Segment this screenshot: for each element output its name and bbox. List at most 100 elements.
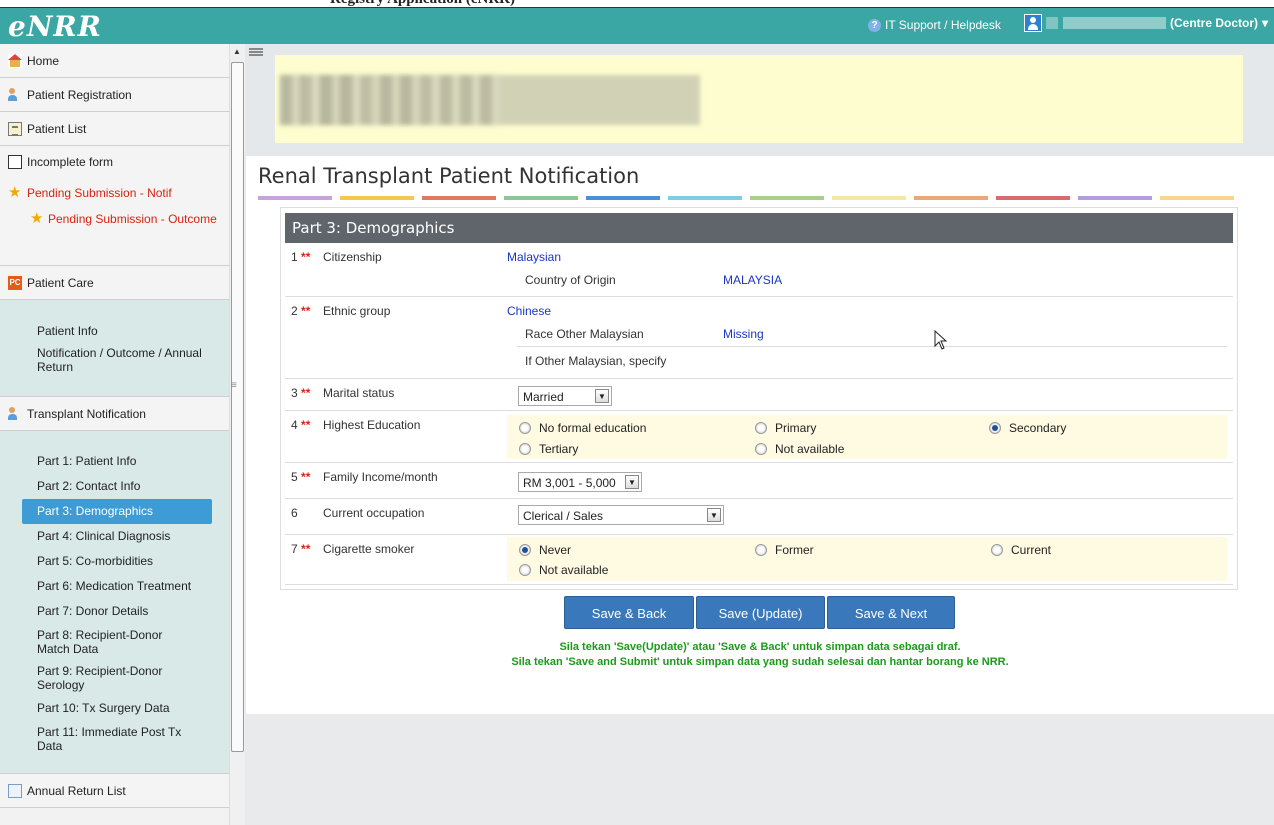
sidebar-item-label: Patient Care	[27, 275, 94, 290]
helpdesk-label: IT Support / Helpdesk	[885, 18, 1001, 32]
label-citizenship: Citizenship	[323, 250, 382, 264]
radio-current[interactable]: Current	[991, 543, 1051, 557]
radio-former[interactable]: Former	[755, 543, 814, 557]
label-current-occupation: Current occupation	[323, 506, 425, 520]
question-number: 3 **	[291, 386, 311, 400]
radio-no-formal-education[interactable]: No formal education	[519, 421, 646, 435]
user-name-redacted	[1046, 17, 1166, 29]
sidebar-item-label: Patient Registration	[27, 87, 132, 102]
home-icon	[8, 53, 22, 68]
question-number: 6	[291, 506, 298, 520]
app-logo[interactable]: eNRR	[8, 10, 102, 43]
link-part-7[interactable]: Part 7: Donor Details	[0, 599, 229, 624]
radio-selected-icon	[989, 422, 1001, 434]
navbar: eNRR ? IT Support / Helpdesk (Centre Doc…	[0, 8, 1274, 44]
label-race-other-malaysian: Race Other Malaysian	[525, 327, 644, 341]
sidebar-item-pending-outcome[interactable]: ★ Pending Submission - Outcome	[0, 211, 229, 266]
link-part-2[interactable]: Part 2: Contact Info	[0, 474, 229, 499]
radio-icon	[755, 422, 767, 434]
marital-status-select[interactable]: Married ▼	[518, 386, 612, 406]
sidebar-item-patient-list[interactable]: Patient List	[0, 112, 229, 146]
link-part-5[interactable]: Part 5: Co-morbidities	[0, 549, 229, 574]
sidebar-item-transplant-notification[interactable]: Transplant Notification	[0, 397, 229, 431]
smoker-options: Never Former Current Not available	[507, 537, 1227, 581]
row-highest-education: 4 ** Highest Education No formal educati…	[285, 411, 1233, 463]
patient-care-submenu: Patient Info Notification / Outcome / An…	[0, 300, 229, 397]
link-part-3[interactable]: Part 3: Demographics	[22, 499, 212, 524]
sidebar-item-label: Pending Submission - Notif	[27, 186, 172, 200]
sidebar-item-label: Pending Submission - Outcome	[48, 212, 217, 226]
link-notification-outcome-annual[interactable]: Notification / Outcome / Annual Return	[0, 342, 229, 378]
star-icon: ★	[8, 184, 22, 201]
radio-icon	[519, 422, 531, 434]
menu-toggle-icon[interactable]	[249, 48, 263, 56]
label-if-other-specify: If Other Malaysian, specify	[525, 354, 667, 368]
radio-icon	[755, 443, 767, 455]
user-role: (Centre Doctor)	[1170, 16, 1259, 30]
sidebar-item-label: Patient List	[27, 121, 87, 136]
value-country-of-origin: MALAYSIA	[723, 273, 783, 287]
occupation-value: Clerical / Sales	[523, 509, 604, 523]
sidebar-scrollbar[interactable]: ▲	[229, 44, 245, 825]
link-part-9[interactable]: Part 9: Recipient-Donor Serology	[0, 660, 229, 696]
question-number: 2 **	[291, 304, 311, 318]
link-part-10[interactable]: Part 10: Tx Surgery Data	[0, 696, 229, 721]
question-number: 1 **	[291, 250, 311, 264]
value-ethnic-group: Chinese	[507, 304, 552, 318]
scrollbar-thumb[interactable]	[231, 62, 244, 752]
label-family-income: Family Income/month	[323, 470, 438, 484]
save-instruction-line-1: Sila tekan 'Save(Update)' atau 'Save & B…	[559, 641, 961, 653]
users-icon	[8, 87, 22, 102]
user-menu[interactable]: (Centre Doctor) ▾	[1024, 14, 1268, 32]
scroll-up-arrow-icon[interactable]: ▲	[233, 47, 241, 56]
radio-primary[interactable]: Primary	[755, 421, 816, 435]
radio-never[interactable]: Never	[519, 543, 571, 557]
link-part-11[interactable]: Part 11: Immediate Post Tx Data	[0, 721, 229, 757]
dropdown-arrow-icon: ▼	[595, 389, 609, 403]
helpdesk-link[interactable]: ? IT Support / Helpdesk	[868, 18, 1001, 32]
caret-down-icon: ▾	[1262, 16, 1269, 30]
row-marital-status: 3 ** Marital status Married ▼	[285, 379, 1233, 411]
sidebar-item-home[interactable]: Home	[0, 44, 229, 78]
label-marital-status: Marital status	[323, 386, 395, 400]
sidebar: Home Patient Registration Patient List I…	[0, 44, 229, 825]
save-instruction-line-2: Sila tekan 'Save and Submit' untuk simpa…	[511, 656, 1009, 668]
value-citizenship: Malaysian	[507, 250, 562, 264]
sidebar-item-label: Incomplete form	[27, 155, 114, 169]
save-back-button[interactable]: Save & Back	[564, 596, 694, 629]
label-country-of-origin: Country of Origin	[525, 273, 616, 287]
radio-secondary[interactable]: Secondary	[989, 421, 1066, 435]
sidebar-item-patient-care[interactable]: PC Patient Care	[0, 266, 229, 300]
page-footer-area	[246, 714, 1274, 825]
dropdown-arrow-icon: ▼	[707, 508, 721, 522]
label-ethnic-group: Ethnic group	[323, 304, 391, 318]
patient-name-redacted	[280, 75, 700, 125]
sidebar-item-patient-registration[interactable]: Patient Registration	[0, 78, 229, 112]
link-part-1[interactable]: Part 1: Patient Info	[0, 449, 229, 474]
save-update-button[interactable]: Save (Update)	[696, 596, 825, 629]
dropdown-arrow-icon: ▼	[625, 475, 639, 489]
sidebar-item-incomplete-form[interactable]: Incomplete form	[0, 146, 229, 178]
occupation-select[interactable]: Clerical / Sales ▼	[518, 505, 724, 525]
top-cropped-title: Registry Application (eNRR)	[0, 0, 1274, 8]
splitter-handle-icon[interactable]: ≡	[231, 380, 237, 391]
radio-icon	[991, 544, 1003, 556]
list-icon	[8, 121, 22, 136]
link-part-4[interactable]: Part 4: Clinical Diagnosis	[0, 524, 229, 549]
link-part-8[interactable]: Part 8: Recipient-Donor Match Data	[0, 624, 229, 660]
save-next-button[interactable]: Save & Next	[827, 596, 955, 629]
radio-smoker-not-available[interactable]: Not available	[519, 563, 608, 577]
row-family-income: 5 ** Family Income/month RM 3,001 - 5,00…	[285, 463, 1233, 499]
row-current-occupation: 6 Current occupation Clerical / Sales ▼	[285, 499, 1233, 535]
radio-not-available[interactable]: Not available	[755, 442, 844, 456]
help-icon: ?	[868, 18, 881, 32]
link-part-6[interactable]: Part 6: Medication Treatment	[0, 574, 229, 599]
transplant-submenu: Part 1: Patient Info Part 2: Contact Inf…	[0, 431, 229, 774]
sidebar-item-pending-notif[interactable]: ★ Pending Submission - Notif	[0, 178, 229, 212]
link-patient-info[interactable]: Patient Info	[0, 320, 229, 342]
question-number: 5 **	[291, 470, 311, 484]
pc-icon: PC	[8, 275, 22, 290]
family-income-select[interactable]: RM 3,001 - 5,000 ▼	[518, 472, 642, 492]
sidebar-item-annual-return-list[interactable]: Annual Return List	[0, 774, 229, 808]
radio-tertiary[interactable]: Tertiary	[519, 442, 578, 456]
